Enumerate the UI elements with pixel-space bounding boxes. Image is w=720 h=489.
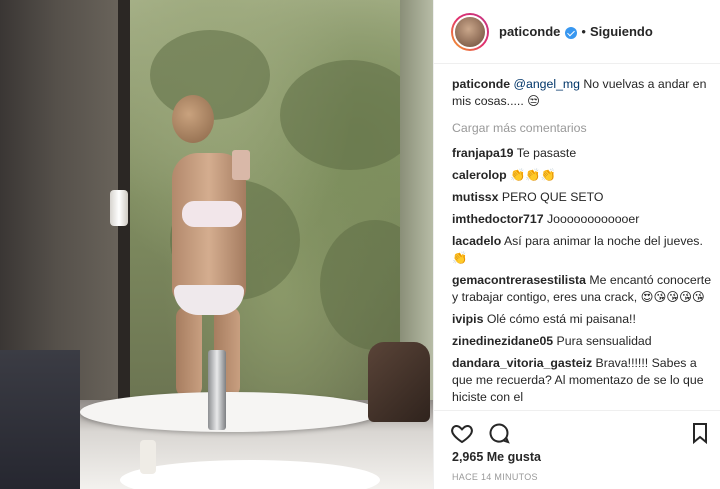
photo-bag <box>368 342 430 422</box>
comment-text: Pura sensualidad <box>553 334 652 348</box>
comment-text: Te pasaste <box>513 146 577 160</box>
load-more-comments-link[interactable]: Cargar más comentarios <box>452 120 714 137</box>
photo-faucet <box>208 350 226 430</box>
caption-username[interactable]: paticonde <box>452 77 510 91</box>
comment: franjapa19 Te pasaste <box>452 145 714 162</box>
avatar[interactable] <box>451 12 489 51</box>
comment-username[interactable]: zinedinezidane05 <box>452 334 553 348</box>
comment: ivipis Olé cómo está mi paisana!! <box>452 311 714 328</box>
comment-username[interactable]: gemacontrerasestilista <box>452 273 586 287</box>
photo-window-pane <box>400 0 433 400</box>
photo-sink <box>80 392 380 432</box>
action-bar <box>434 410 720 450</box>
comment: calerolop 👏👏👏 <box>452 167 714 184</box>
comment-username[interactable]: franjapa19 <box>452 146 514 160</box>
comment: imthedoctor717 Joooooooooooer <box>452 211 714 228</box>
post-photo[interactable] <box>0 0 433 489</box>
comment: lacadelo Así para animar la noche del ju… <box>452 233 714 267</box>
comment-text: Joooooooooooer <box>543 212 640 226</box>
comment-text: 👏👏👏 <box>506 168 557 182</box>
header-username[interactable]: paticonde <box>499 24 560 39</box>
comments-list[interactable]: paticonde @angel_mg No vuelvas a andar e… <box>452 76 714 410</box>
comment-username[interactable]: mutissx <box>452 190 498 204</box>
comment-icon[interactable] <box>487 421 511 445</box>
caption: paticonde @angel_mg No vuelvas a andar e… <box>452 76 714 110</box>
comment: gemacontrerasestilista Me encantó conoce… <box>452 272 714 306</box>
comment: zinedinezidane05 Pura sensualidad <box>452 333 714 350</box>
post-header: paticonde • Siguiendo <box>434 0 720 64</box>
comment-username[interactable]: ivipis <box>452 312 483 326</box>
heart-icon[interactable] <box>450 421 474 445</box>
post-side-panel: paticonde • Siguiendo paticonde @angel_m… <box>433 0 720 489</box>
header-separator: • <box>581 24 586 39</box>
caption-mention[interactable]: @angel_mg <box>514 77 581 91</box>
comment-text: PERO QUE SETO <box>498 190 604 204</box>
comment-username[interactable]: imthedoctor717 <box>452 212 544 226</box>
verified-badge-icon <box>565 26 578 39</box>
likes-count[interactable]: 2,965 Me gusta <box>452 450 541 464</box>
comment-username[interactable]: calerolop <box>452 168 507 182</box>
comment-username[interactable]: dandara_vitoria_gasteiz <box>452 356 592 370</box>
comment: dandara_vitoria_gasteiz Brava!!!!!! Sabe… <box>452 355 714 406</box>
following-button[interactable]: Siguiendo <box>590 24 653 39</box>
photo-bottle <box>110 190 128 226</box>
post-timestamp: HACE 14 MINUTOS <box>452 472 538 482</box>
bookmark-icon[interactable] <box>688 421 712 445</box>
photo-towel <box>0 350 80 489</box>
comment: mutissx PERO QUE SETO <box>452 189 714 206</box>
photo-bottle-small <box>140 440 156 474</box>
comment-text: Olé cómo está mi paisana!! <box>483 312 636 326</box>
comment-username[interactable]: lacadelo <box>452 234 501 248</box>
